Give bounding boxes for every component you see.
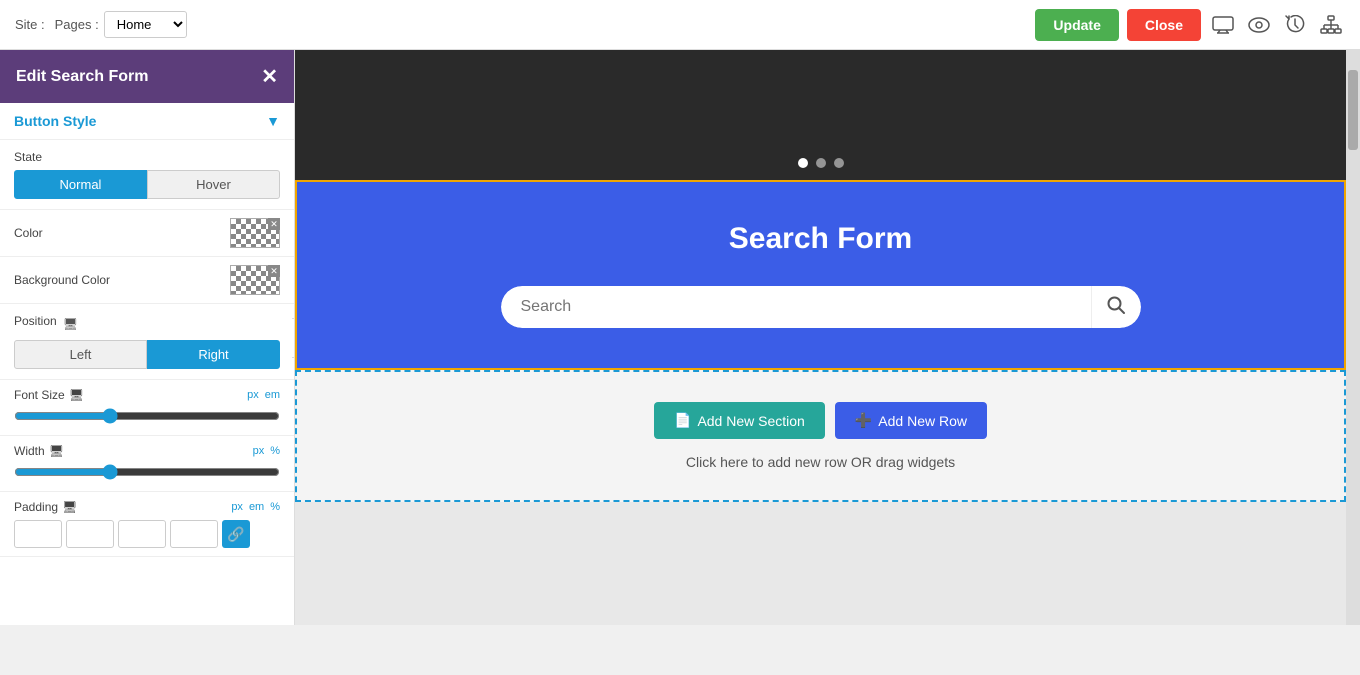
panel-header: Edit Search Form ✕ [0,50,294,103]
add-buttons-row: 📄 Add New Section ➕ Add New Row [654,402,987,439]
font-size-em[interactable]: em [265,389,280,401]
bg-color-row: Background Color ✕ [0,257,294,304]
desktop-icon[interactable] [1209,11,1237,39]
pages-label: Pages : [55,17,99,32]
add-section-icon: 📄 [674,412,691,429]
panel-title: Edit Search Form [16,68,148,86]
main-layout: Edit Search Form ✕ Button Style ▼ State … [0,50,1360,625]
padding-monitor-icon: 🖥 [62,500,77,514]
font-size-slider[interactable] [14,408,280,424]
color-clear-icon[interactable]: ✕ [268,218,280,230]
search-form-section: Search Form [295,180,1346,370]
position-right-button[interactable]: Right [147,340,280,369]
position-section: Position 🖥 Left Right [0,304,294,380]
update-button[interactable]: Update [1035,9,1118,41]
font-size-units: px em [247,389,280,401]
position-label: Position [14,314,57,328]
top-bar-actions: Update Close [1035,9,1345,41]
padding-pct[interactable]: % [270,501,280,513]
main-area: Search Form 📄 Add New Sectio [295,50,1346,625]
right-scrollbar[interactable] [1346,50,1360,625]
color-row: Color ✕ [0,210,294,257]
width-monitor-icon: 🖥 [49,444,64,458]
state-normal-button[interactable]: Normal [14,170,147,199]
search-bar-wrapper [501,286,1141,328]
hero-dots [798,158,844,168]
state-label: State [14,150,280,164]
padding-link-icon[interactable]: 🔗 [222,520,250,548]
site-label: Site : [15,17,45,32]
hero-dot-1 [798,158,808,168]
width-units: px % [253,445,280,457]
search-submit-button[interactable] [1091,286,1141,328]
position-toggle: Left Right [14,340,280,369]
position-monitor-icon: 🖥 [63,317,78,331]
width-pct[interactable]: % [270,445,280,457]
font-size-px[interactable]: px [247,389,259,401]
width-slider[interactable] [14,464,280,480]
font-size-monitor-icon: 🖥 [69,388,84,402]
font-size-section: Font Size 🖥 px em [0,380,294,436]
hero-dot-2 [816,158,826,168]
search-icon [1106,295,1126,320]
left-panel: Edit Search Form ✕ Button Style ▼ State … [0,50,295,625]
panel-close-icon[interactable]: ✕ [261,64,278,89]
top-bar: Site : Pages : Home About Contact Update… [0,0,1360,50]
add-hint-text: Click here to add new row OR drag widget… [686,454,955,470]
state-hover-button[interactable]: Hover [147,170,280,199]
bg-color-clear-icon[interactable]: ✕ [268,265,280,277]
color-label: Color [14,226,43,240]
padding-left[interactable] [170,520,218,548]
eye-icon[interactable] [1245,11,1273,39]
width-px[interactable]: px [253,445,265,457]
padding-inputs: 🔗 [14,520,280,548]
position-left-button[interactable]: Left [14,340,147,369]
font-size-label: Font Size 🖥 [14,388,84,402]
bg-color-swatch[interactable]: ✕ [230,265,280,295]
scrollbar-thumb[interactable] [1348,70,1358,150]
add-new-row-button[interactable]: ➕ Add New Row [835,402,987,439]
width-label: Width 🖥 [14,444,64,458]
button-style-label: Button Style [14,113,96,129]
pages-dropdown[interactable]: Home About Contact [104,11,187,38]
search-input[interactable] [501,286,1091,328]
padding-right[interactable] [66,520,114,548]
sitemap-icon[interactable] [1317,11,1345,39]
add-row-icon: ➕ [855,412,872,429]
site-info: Site : Pages : Home About Contact [15,11,187,38]
padding-units: px em % [231,501,280,513]
padding-top[interactable] [14,520,62,548]
hero-dot-3 [834,158,844,168]
state-toggle: Normal Hover [14,170,280,199]
history-icon[interactable] [1281,11,1309,39]
add-section-area: 📄 Add New Section ➕ Add New Row Click he… [295,370,1346,502]
add-new-section-button[interactable]: 📄 Add New Section [654,402,825,439]
padding-em[interactable]: em [249,501,264,513]
search-form-title: Search Form [729,222,912,256]
pages-selector: Pages : Home About Contact [55,11,187,38]
close-button[interactable]: Close [1127,9,1201,41]
button-style-dropdown[interactable]: Button Style ▼ [0,103,294,140]
state-section: State Normal Hover [0,140,294,210]
padding-label: Padding 🖥 [14,500,77,514]
color-swatch[interactable]: ✕ [230,218,280,248]
padding-section: Padding 🖥 px em % 🔗 [0,492,294,557]
dropdown-arrow-icon: ▼ [266,113,280,129]
hero-section [295,50,1346,180]
padding-px[interactable]: px [231,501,243,513]
bg-color-label: Background Color [14,273,110,287]
width-section: Width 🖥 px % [0,436,294,492]
padding-bottom[interactable] [118,520,166,548]
